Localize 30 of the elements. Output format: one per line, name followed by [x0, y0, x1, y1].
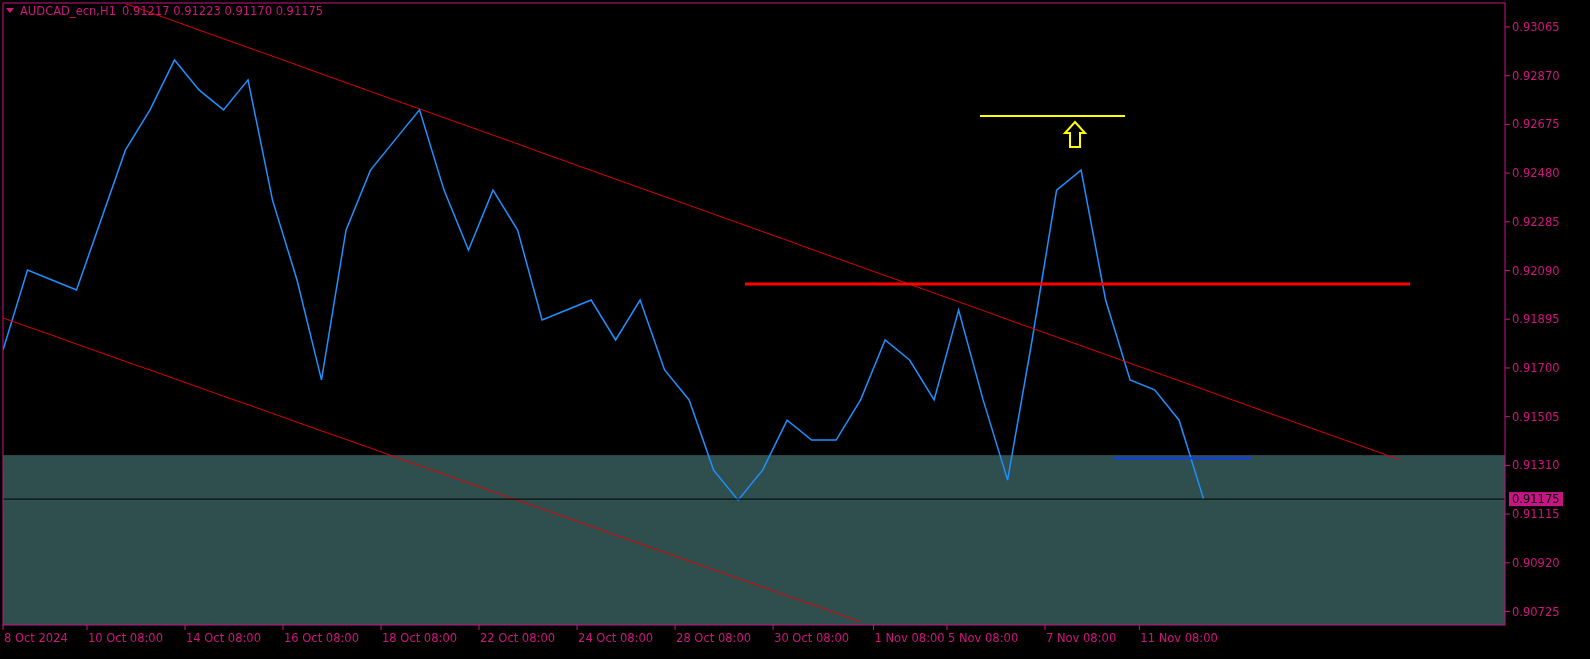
price-tick-label: 0.90920	[1512, 555, 1560, 570]
time-tick-label: 8 Oct 2024	[4, 631, 68, 645]
time-tick-label: 7 Nov 08:00	[1046, 631, 1117, 645]
time-tick-label: 10 Oct 08:00	[88, 631, 163, 645]
price-tick-label: 0.91310	[1512, 458, 1560, 473]
price-tick-label: 0.92285	[1512, 214, 1560, 229]
price-tick-label: 0.91115	[1512, 507, 1560, 522]
price-tick-label: 0.91700	[1512, 360, 1560, 375]
price-tick-label: 0.92090	[1512, 263, 1560, 278]
price-tick-label: 0.90725	[1512, 604, 1560, 619]
price-tick-label: 0.91895	[1512, 312, 1560, 327]
price-tick-label: 0.91505	[1512, 409, 1560, 424]
current-price-label: 0.91175	[1509, 492, 1563, 507]
price-tick-label: 0.92480	[1512, 166, 1560, 181]
price-tick-label: 0.93065	[1512, 20, 1560, 34]
dropdown-icon[interactable]	[6, 8, 14, 13]
time-tick-label: 18 Oct 08:00	[382, 631, 458, 645]
time-tick-label: 5 Nov 08:00	[948, 631, 1019, 645]
time-tick-label: 30 Oct 08:00	[774, 631, 850, 645]
time-tick-label: 14 Oct 08:00	[186, 631, 261, 645]
price-tick-label: 0.92870	[1512, 68, 1560, 83]
time-tick-label: 22 Oct 08:00	[480, 631, 556, 645]
time-tick-label: 1 Nov 08:00	[874, 631, 945, 645]
price-tick-label: 0.92675	[1512, 117, 1560, 132]
time-tick-label: 28 Oct 08:00	[676, 631, 752, 645]
symbol-label: AUDCAD_ecn,H1	[20, 4, 116, 18]
time-tick-label: 11 Nov 08:00	[1140, 631, 1218, 645]
up-arrow-icon	[1062, 120, 1088, 148]
time-tick-label: 16 Oct 08:00	[284, 631, 359, 645]
time-tick-label: 24 Oct 08:00	[578, 631, 654, 645]
